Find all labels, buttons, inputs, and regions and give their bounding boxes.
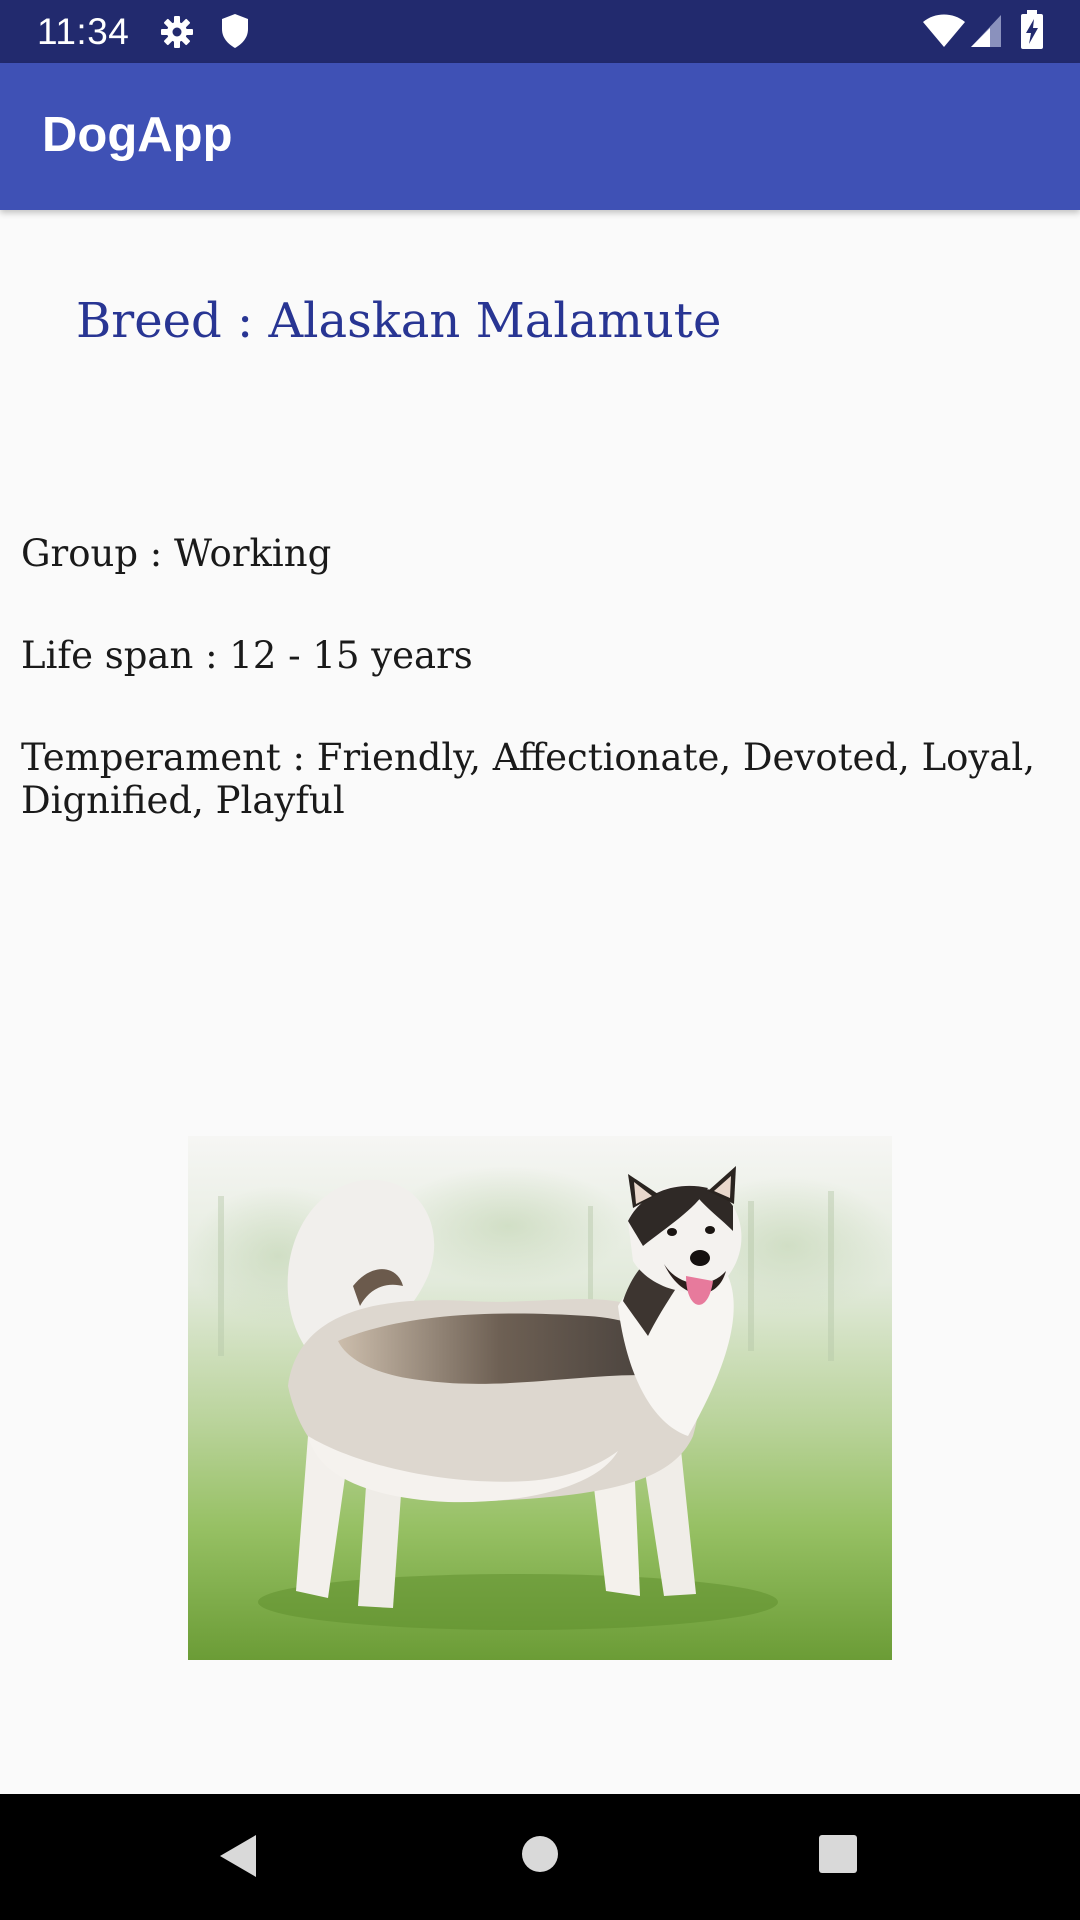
- app-bar: DogApp: [0, 63, 1080, 210]
- gear-icon: [161, 16, 193, 48]
- status-time: 11:34: [37, 11, 130, 52]
- group-text: Group : Working: [21, 532, 332, 575]
- navigation-bar: [0, 1794, 1080, 1920]
- signal-icon: [971, 15, 1001, 47]
- recents-icon[interactable]: [818, 1834, 858, 1874]
- temperament-text: Temperament : Friendly, Affectionate, De…: [21, 736, 1035, 822]
- status-bar: 11:34: [0, 0, 1080, 63]
- shield-icon: [222, 14, 248, 48]
- wifi-icon: [923, 14, 965, 47]
- back-icon[interactable]: [218, 1833, 258, 1879]
- dog-details: Breed : Alaskan Malamute Group : Working…: [0, 210, 1080, 1794]
- home-icon[interactable]: [521, 1835, 559, 1873]
- breed-title: Breed : Alaskan Malamute: [76, 293, 722, 349]
- dog-photo: [188, 1136, 892, 1660]
- battery-charging-icon: [1021, 10, 1043, 49]
- life-span-text: Life span : 12 - 15 years: [21, 634, 473, 677]
- app-title: DogApp: [42, 108, 233, 162]
